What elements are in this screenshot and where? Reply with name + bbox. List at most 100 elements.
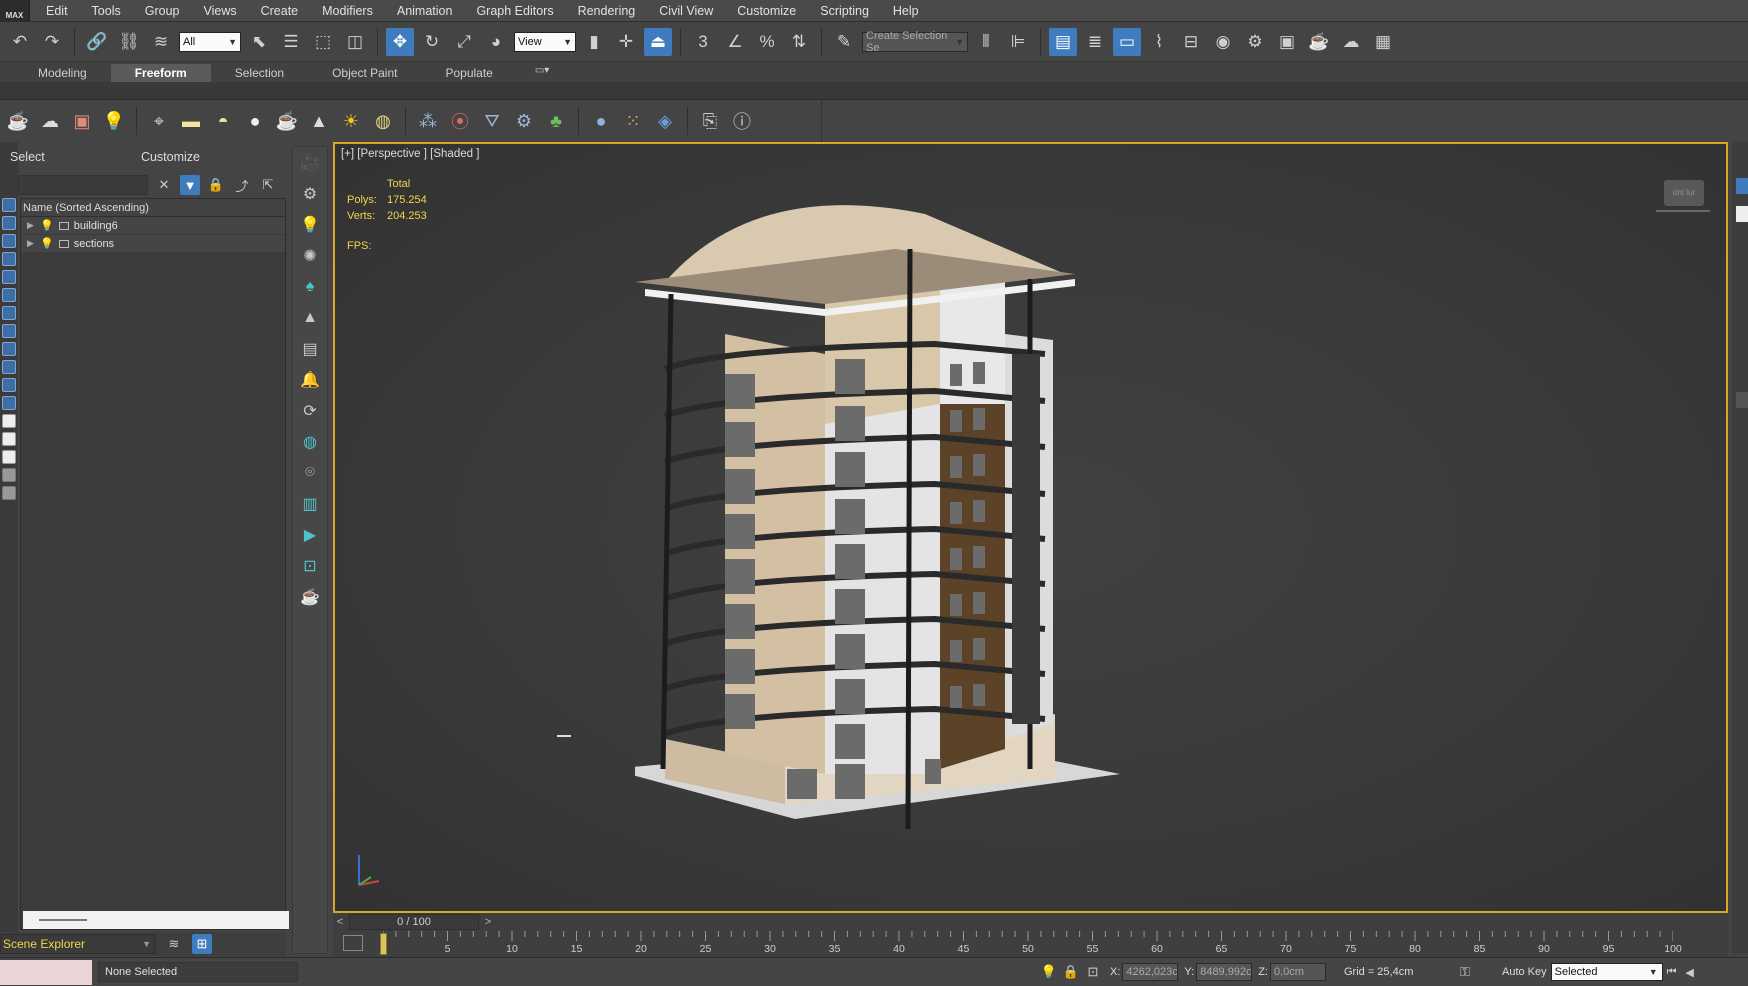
lock-icon[interactable]: 🔒 — [206, 175, 226, 195]
explorer-customize-menu[interactable]: Customize — [141, 150, 200, 164]
clear-search-icon[interactable]: ✕ — [154, 175, 174, 195]
previous-frame-icon[interactable]: < — [333, 915, 347, 929]
reference-coordinate-dropdown[interactable]: View ▼ — [514, 31, 576, 52]
explorer-search-input[interactable] — [18, 175, 148, 195]
curve-editor-icon[interactable]: ⌇ — [1145, 28, 1173, 56]
menu-graph-editors[interactable]: Graph Editors — [464, 0, 565, 22]
mirror-icon[interactable]: ⫴ — [972, 28, 1000, 56]
render-region-icon[interactable]: ◈ — [651, 107, 679, 135]
selection-lock-icon[interactable]: 🔒 — [1060, 961, 1082, 983]
app-logo[interactable]: MAX — [0, 0, 30, 22]
current-frame-marker[interactable] — [380, 933, 387, 955]
sun-icon[interactable]: ☀ — [337, 107, 365, 135]
expand-arrow-icon[interactable]: ▶ — [27, 220, 35, 231]
horizontal-scrollbar[interactable] — [23, 911, 289, 929]
render-iterative-icon[interactable]: ▦ — [1369, 28, 1397, 56]
scatter-icon[interactable]: ⛛ — [478, 107, 506, 135]
select-by-name-icon[interactable]: ☰ — [277, 28, 305, 56]
menu-modifiers[interactable]: Modifiers — [310, 0, 385, 22]
display-panel-icon[interactable]: ▥ — [297, 492, 323, 515]
display-lights-icon[interactable] — [2, 234, 16, 248]
tab-selection[interactable]: Selection — [211, 64, 308, 82]
viewcube[interactable]: ont lur — [1664, 180, 1704, 206]
tab-object-paint[interactable]: Object Paint — [308, 64, 421, 82]
menu-customize[interactable]: Customize — [725, 0, 808, 22]
display-none-icon[interactable] — [2, 432, 16, 446]
display-cameras-icon[interactable] — [2, 252, 16, 266]
select-object-icon[interactable]: ⬉ — [245, 28, 273, 56]
display-groups-icon[interactable] — [2, 306, 16, 320]
video-post-icon[interactable]: ▶ — [297, 523, 323, 546]
menu-edit[interactable]: Edit — [30, 0, 80, 22]
snaps-toggle-icon[interactable]: 3 — [689, 28, 717, 56]
select-and-place-icon[interactable]: ◕ — [482, 28, 510, 56]
render-in-cloud-icon[interactable]: ☁ — [1337, 28, 1365, 56]
display-helpers-icon[interactable] — [2, 270, 16, 284]
filter-icon[interactable] — [2, 468, 16, 482]
select-and-link-icon[interactable]: 🔗 — [83, 28, 111, 56]
sphere-icon[interactable]: ● — [241, 107, 269, 135]
go-to-start-icon[interactable]: ⏮ — [1663, 963, 1681, 981]
camera-icon[interactable]: ⌖ — [145, 107, 173, 135]
teapot-icon[interactable]: ☕ — [297, 585, 323, 608]
layers-icon[interactable]: ≋ — [164, 934, 184, 954]
scene-explorer-dropdown[interactable]: Scene Explorer ▼ — [0, 934, 156, 954]
undo-icon[interactable]: ↶ — [6, 28, 34, 56]
batch-render-icon[interactable]: ⎘ — [696, 107, 724, 135]
display-xrefs-icon[interactable] — [2, 324, 16, 338]
viewcube-compass[interactable] — [1656, 210, 1710, 212]
material-sphere-icon[interactable]: ● — [587, 107, 615, 135]
key-filter-dropdown[interactable]: Selected ▼ — [1550, 963, 1663, 981]
modify-panel-tab[interactable] — [1736, 206, 1748, 222]
display-space-warps-icon[interactable] — [2, 288, 16, 302]
scrollbar-thumb[interactable] — [39, 919, 87, 921]
select-and-move-icon[interactable]: ✥ — [386, 27, 414, 56]
rectangular-region-icon[interactable]: ⬚ — [309, 28, 337, 56]
omni-light-icon[interactable]: ✺ — [297, 244, 323, 267]
teapot-icon[interactable]: ☕ — [4, 107, 32, 135]
angle-snap-icon[interactable]: ∠ — [721, 28, 749, 56]
geosphere-icon[interactable]: ☕ — [273, 107, 301, 135]
layer-explorer-icon[interactable]: ≣ — [1081, 28, 1109, 56]
rendered-frame-window-icon[interactable]: ▣ — [1273, 28, 1301, 56]
select-and-rotate-icon[interactable]: ↻ — [418, 28, 446, 56]
frame-display[interactable]: 0 / 100 — [349, 914, 479, 930]
cloud-icon[interactable]: ☁ — [36, 107, 64, 135]
expand-arrow-icon[interactable]: ▶ — [27, 238, 35, 249]
perspective-viewport[interactable]: [+] [Perspective ] [Shaded ] Total Polys… — [333, 142, 1728, 913]
key-icon[interactable]: ⚿ — [1454, 961, 1476, 983]
render-production-icon[interactable]: ☕ — [1305, 28, 1333, 56]
hierarchy-mode-icon[interactable]: ⊞ — [192, 934, 212, 954]
spinner-snap-icon[interactable]: ⇅ — [785, 28, 813, 56]
curve-editor-mini-icon[interactable] — [343, 935, 363, 951]
invert-display-icon[interactable] — [2, 450, 16, 464]
menu-create[interactable]: Create — [249, 0, 311, 22]
schematic-view-icon[interactable]: ⊟ — [1177, 28, 1205, 56]
rotate-view-icon[interactable]: ⟳ — [297, 399, 323, 422]
bell-icon[interactable]: 🔔 — [297, 368, 323, 391]
image-plane-icon[interactable]: ▣ — [68, 107, 96, 135]
selection-filter-dropdown[interactable]: All ▼ — [179, 31, 241, 52]
region-zoom-icon[interactable]: ⊡ — [297, 554, 323, 577]
light-bulb-icon[interactable]: 💡 — [40, 219, 54, 232]
unlink-icon[interactable]: ⛓ — [115, 28, 143, 56]
absolute-mode-icon[interactable]: ⊡ — [1082, 961, 1104, 983]
select-children-icon[interactable]: ⤴ — [232, 175, 252, 195]
ribbon-options-icon[interactable]: ▭▾ — [535, 65, 561, 79]
menu-tools[interactable]: Tools — [80, 0, 133, 22]
redo-icon[interactable]: ↷ — [38, 28, 66, 56]
align-icon[interactable]: ⊫ — [1004, 28, 1032, 56]
display-all-icon[interactable] — [2, 414, 16, 428]
text-icon[interactable]: ▤ — [297, 337, 323, 360]
scene-explorer-toggle-icon[interactable]: ▤ — [1049, 27, 1077, 56]
metaball-icon[interactable]: ⦿ — [446, 107, 474, 135]
tab-populate[interactable]: Populate — [421, 64, 516, 82]
filter-toggle-icon[interactable]: ▼ — [180, 175, 200, 195]
tree-icon[interactable]: ▲ — [297, 306, 323, 329]
menu-help[interactable]: Help — [881, 0, 931, 22]
light-info-icon[interactable]: 💡 — [100, 107, 128, 135]
hemisphere-icon[interactable]: ◓ — [209, 107, 237, 135]
viewport-label[interactable]: [+] [Perspective ] [Shaded ] — [341, 148, 479, 160]
building-model[interactable] — [635, 194, 1195, 834]
create-panel-tab[interactable] — [1736, 178, 1748, 194]
